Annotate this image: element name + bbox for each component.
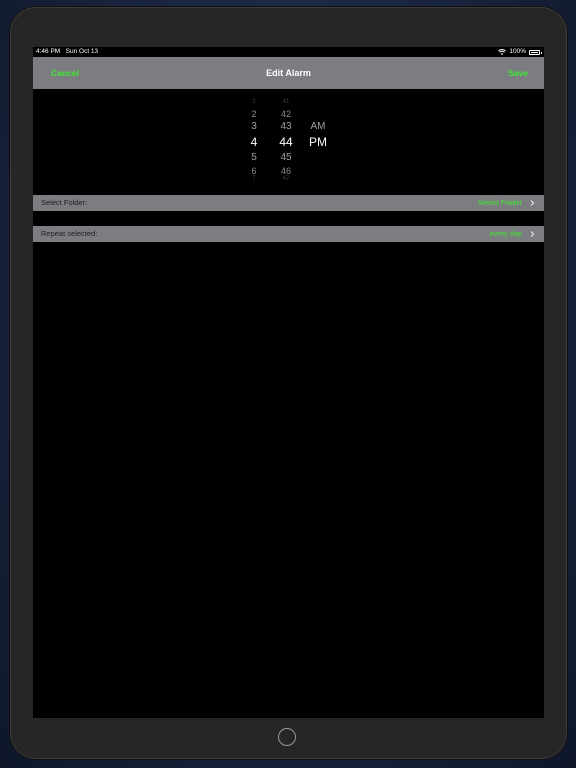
status-indicators: 100%	[498, 47, 542, 57]
battery-percent: 100%	[509, 48, 526, 55]
status-bar: 4:46 PM Sun Oct 13 100%	[33, 47, 544, 57]
minute-wheel[interactable]: 41 42 43 44 45 46 47	[271, 89, 301, 195]
minute-option[interactable]: 43	[271, 121, 301, 132]
select-folder-label: Select Folder:	[41, 198, 88, 207]
navigation-bar: Cancel Edit Alarm Save	[33, 57, 544, 89]
save-button[interactable]: Save	[508, 57, 528, 89]
app-screen: 4:46 PM Sun Oct 13 100% Cancel Edit Alar…	[33, 47, 544, 718]
select-folder-value[interactable]: Select Folder	[478, 195, 522, 211]
minute-option[interactable]: 45	[271, 152, 301, 163]
minute-option[interactable]: 46	[271, 166, 301, 176]
hour-option[interactable]: 5	[239, 152, 269, 163]
battery-icon	[529, 49, 542, 55]
hour-option[interactable]: 1	[239, 99, 269, 105]
select-folder-row[interactable]: Select Folder: Select Folder	[33, 195, 544, 211]
repeat-selected-row[interactable]: Repeat selected: every day	[33, 226, 544, 242]
chevron-right-icon	[528, 230, 536, 238]
chevron-right-icon	[528, 199, 536, 207]
minute-option[interactable]: 47	[271, 176, 301, 182]
home-button[interactable]	[278, 728, 296, 746]
ampm-wheel[interactable]: AM PM	[303, 89, 333, 195]
repeat-selected-value[interactable]: every day	[489, 226, 522, 242]
page-title: Edit Alarm	[266, 68, 311, 78]
time-picker[interactable]: 1 2 3 4 5 6 7 41 42 43 44 45 46 47 AM PM	[33, 89, 544, 195]
hour-option[interactable]: 3	[239, 121, 269, 132]
hour-option[interactable]: 6	[239, 166, 269, 176]
minute-option[interactable]: 41	[271, 99, 301, 105]
ampm-option[interactable]: AM	[303, 121, 333, 132]
minute-option[interactable]: 42	[271, 109, 301, 119]
status-date: Sun Oct 13	[65, 48, 99, 55]
ampm-option-selected[interactable]: PM	[303, 135, 333, 149]
wifi-icon	[498, 49, 507, 55]
status-time-date: 4:46 PM Sun Oct 13	[36, 47, 98, 57]
repeat-selected-label: Repeat selected:	[41, 229, 98, 238]
hour-option-selected[interactable]: 4	[239, 135, 269, 149]
status-time: 4:46 PM	[36, 48, 61, 55]
hour-wheel[interactable]: 1 2 3 4 5 6 7	[239, 89, 269, 195]
hour-option[interactable]: 7	[239, 176, 269, 182]
minute-option-selected[interactable]: 44	[271, 135, 301, 149]
hour-option[interactable]: 2	[239, 109, 269, 119]
